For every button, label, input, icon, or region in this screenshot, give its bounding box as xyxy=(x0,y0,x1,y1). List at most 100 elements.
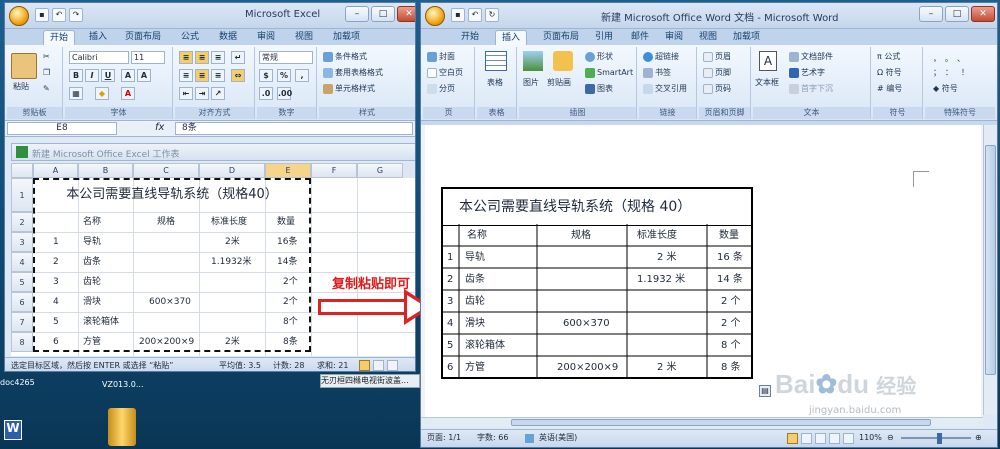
tab-formulas[interactable]: 公式 xyxy=(181,30,199,44)
save-icon[interactable]: ▪ xyxy=(35,8,49,22)
paste-options-icon[interactable]: ▤ xyxy=(759,385,771,397)
tab-review[interactable]: 审阅 xyxy=(257,30,275,44)
redo-icon[interactable]: ↻ xyxy=(485,8,499,22)
col-header-c[interactable]: C xyxy=(133,163,199,178)
cell-styles-button[interactable]: 单元格样式 xyxy=(323,83,375,94)
minimize-button[interactable]: – xyxy=(345,6,369,22)
bookmark-button[interactable]: 书签 xyxy=(643,67,671,78)
tab-home[interactable]: 开始 xyxy=(43,30,76,45)
select-all-corner[interactable] xyxy=(11,163,33,178)
textbox-icon[interactable]: A xyxy=(759,51,777,71)
scrollbar-thumb[interactable] xyxy=(985,145,996,375)
tab-page-layout[interactable]: 页面布局 xyxy=(125,30,161,44)
zoom-out-icon[interactable]: ⊖ xyxy=(887,430,894,446)
tab-page-layout[interactable]: 页面布局 xyxy=(543,30,579,44)
row-header[interactable]: 3 xyxy=(11,232,33,252)
header-button[interactable]: 页眉 xyxy=(703,51,731,62)
table-icon[interactable] xyxy=(485,51,507,71)
tab-addins[interactable]: 加载项 xyxy=(733,30,760,44)
numbering-button[interactable]: # 编号 xyxy=(877,83,902,94)
folder-icon[interactable] xyxy=(108,408,136,446)
font-name-select[interactable]: Calibri xyxy=(69,51,129,64)
word-desktop-icon[interactable]: W xyxy=(4,420,22,440)
horizontal-scrollbar[interactable] xyxy=(421,417,983,427)
font-size-select[interactable]: 11 xyxy=(131,51,165,64)
shrink-font-icon[interactable]: A xyxy=(137,69,151,82)
fullscreen-reading-icon[interactable] xyxy=(801,433,812,444)
row-header[interactable]: 7 xyxy=(11,312,33,332)
increase-decimal-icon[interactable]: .0 xyxy=(259,87,273,100)
number-format-select[interactable]: 常规 xyxy=(259,51,313,64)
symbol-button[interactable]: Ω 符号 xyxy=(877,67,902,78)
merge-center-icon[interactable]: ⇔ xyxy=(231,69,245,82)
font-color-icon[interactable]: A xyxy=(121,87,135,100)
hscroll-thumb[interactable] xyxy=(511,419,931,426)
close-button[interactable]: ✕ xyxy=(397,6,415,22)
col-header-a[interactable]: A xyxy=(33,163,78,178)
minimize-button[interactable]: – xyxy=(919,6,943,22)
footer-button[interactable]: 页脚 xyxy=(703,67,731,78)
tab-data[interactable]: 数据 xyxy=(219,30,237,44)
web-layout-icon[interactable] xyxy=(815,433,826,444)
wrap-text-icon[interactable]: ↵ xyxy=(231,51,245,64)
quickparts-button[interactable]: 文档部件 xyxy=(789,51,833,62)
underline-button[interactable]: U xyxy=(101,69,115,82)
redo-icon[interactable]: ↷ xyxy=(69,8,83,22)
col-header-e[interactable]: E xyxy=(265,163,311,178)
tab-insert[interactable]: 插入 xyxy=(89,30,107,44)
picture-button[interactable]: 图片 xyxy=(523,77,539,88)
col-header-g[interactable]: G xyxy=(357,163,403,178)
tab-references[interactable]: 引用 xyxy=(595,30,613,44)
copy-icon[interactable]: ❐ xyxy=(43,67,50,78)
fx-icon[interactable]: fx xyxy=(155,122,164,133)
formula-input[interactable]: 8条 xyxy=(175,122,413,135)
grow-font-icon[interactable]: A xyxy=(121,69,135,82)
chart-button[interactable]: 图表 xyxy=(585,83,613,94)
row-header[interactable]: 8 xyxy=(11,332,33,352)
paste-button[interactable]: 粘贴 xyxy=(13,81,29,92)
shapes-button[interactable]: 形状 xyxy=(585,51,613,62)
border-icon[interactable]: ▦ xyxy=(69,87,83,100)
tab-insert[interactable]: 插入 xyxy=(495,30,528,45)
orientation-icon[interactable]: ↗ xyxy=(211,87,225,100)
format-table-button[interactable]: 套用表格格式 xyxy=(323,67,383,78)
picture-icon[interactable] xyxy=(523,51,543,71)
tab-view[interactable]: 视图 xyxy=(295,30,313,44)
fill-color-icon[interactable]: ◆ xyxy=(95,87,109,100)
col-header-b[interactable]: B xyxy=(78,163,133,178)
zoom-in-icon[interactable]: ⊕ xyxy=(975,430,982,446)
more-symbols-button[interactable]: ◆ 符号 xyxy=(933,83,958,94)
save-icon[interactable]: ▪ xyxy=(451,8,465,22)
status-page[interactable]: 页面: 1/1 xyxy=(427,430,461,446)
maximize-button[interactable]: □ xyxy=(371,6,395,22)
proofing-icon[interactable] xyxy=(525,434,534,443)
decrease-indent-icon[interactable]: ⇤ xyxy=(179,87,193,100)
status-language[interactable]: 英语(美国) xyxy=(539,430,577,446)
draft-view-icon[interactable] xyxy=(843,433,854,444)
comma-icon[interactable]: , xyxy=(295,69,309,82)
hyperlink-button[interactable]: 超链接 xyxy=(643,51,679,62)
document-page[interactable]: 本公司需要直线导轨系统（规格 40） 名称 规格 标准长度 数量 1 导轨 2 … xyxy=(425,125,981,425)
col-header-d[interactable]: D xyxy=(199,163,265,178)
row-header[interactable]: 1 xyxy=(11,178,33,212)
clipart-button[interactable]: 剪贴画 xyxy=(547,77,571,88)
undo-icon[interactable]: ↶ xyxy=(468,8,482,22)
align-bottom-icon[interactable]: ≡ xyxy=(211,51,225,64)
tab-home[interactable]: 开始 xyxy=(461,30,479,44)
row-header[interactable]: 2 xyxy=(11,212,33,232)
status-words[interactable]: 字数: 66 xyxy=(477,430,508,446)
conditional-format-button[interactable]: 条件格式 xyxy=(323,51,367,62)
outline-view-icon[interactable] xyxy=(829,433,840,444)
currency-icon[interactable]: $ xyxy=(259,69,273,82)
align-right-icon[interactable]: ≡ xyxy=(211,69,225,82)
align-center-icon[interactable]: ≡ xyxy=(195,69,209,82)
format-painter-icon[interactable]: ✎ xyxy=(43,83,50,94)
bold-button[interactable]: B xyxy=(69,69,83,82)
row-header[interactable]: 5 xyxy=(11,272,33,292)
close-button[interactable]: ✕ xyxy=(971,6,995,22)
row-header[interactable]: 4 xyxy=(11,252,33,272)
italic-button[interactable]: I xyxy=(85,69,99,82)
vertical-scrollbar[interactable] xyxy=(983,125,997,415)
status-zoom[interactable]: 110% xyxy=(859,430,882,446)
cut-icon[interactable]: ✂ xyxy=(43,51,50,62)
